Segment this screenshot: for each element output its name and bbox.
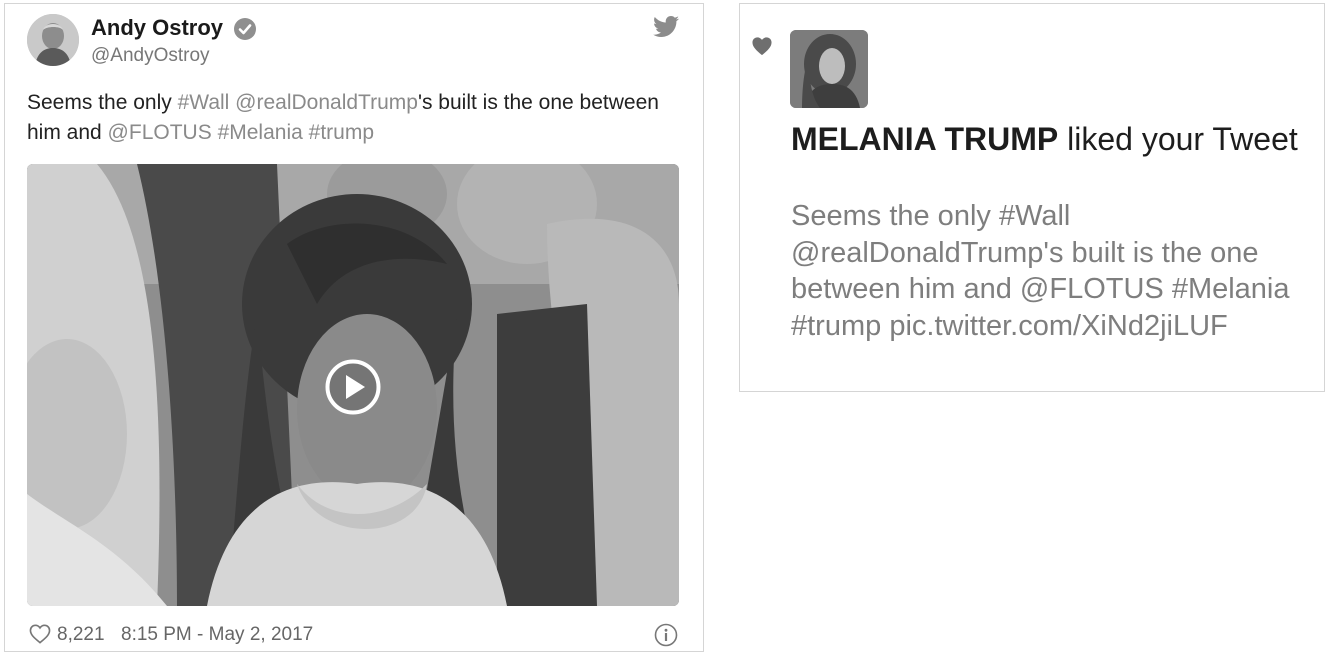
hashtag-wall-link[interactable]: #Wall [178,91,230,114]
mention-flotus-link[interactable]: @FLOTUS [108,121,212,144]
verified-badge-icon [234,18,256,40]
author-avatar[interactable] [27,14,79,66]
mention-realdonaldtrump-link[interactable]: @realDonaldTrump [235,91,418,114]
liker-avatar[interactable] [790,30,868,108]
embedded-tweet: Andy Ostroy @AndyOstroy Seems the only #… [4,3,704,652]
like-count: 8,221 [57,624,105,645]
liker-name[interactable]: MELANIA TRUMP [791,121,1058,157]
like-notification[interactable]: MELANIA TRUMP liked your Tweet Seems the… [739,3,1325,392]
notification-action: liked your Tweet [1058,121,1298,157]
info-icon[interactable] [654,623,678,647]
author-name[interactable]: Andy Ostroy [91,15,223,41]
heart-outline-icon[interactable] [29,624,51,644]
hashtag-trump-link[interactable]: #trump [309,121,374,144]
hashtag-melania-link[interactable]: #Melania [218,121,303,144]
tweet-text-segment: Seems the only [27,91,178,114]
notification-title: MELANIA TRUMP liked your Tweet [791,119,1311,159]
tweet-text: Seems the only #Wall @realDonaldTrump's … [27,88,667,148]
tweet-footer: 8,221 8:15 PM - May 2, 2017 [27,622,679,648]
heart-icon [752,37,772,56]
video-thumbnail[interactable] [27,164,679,606]
play-icon[interactable] [324,358,382,416]
tweet-timestamp[interactable]: 8:15 PM - May 2, 2017 [121,624,313,646]
author-handle[interactable]: @AndyOstroy [91,45,210,67]
liked-tweet-text: Seems the only #Wall @realDonaldTrump's … [791,200,1290,342]
twitter-bird-icon[interactable] [653,16,679,38]
